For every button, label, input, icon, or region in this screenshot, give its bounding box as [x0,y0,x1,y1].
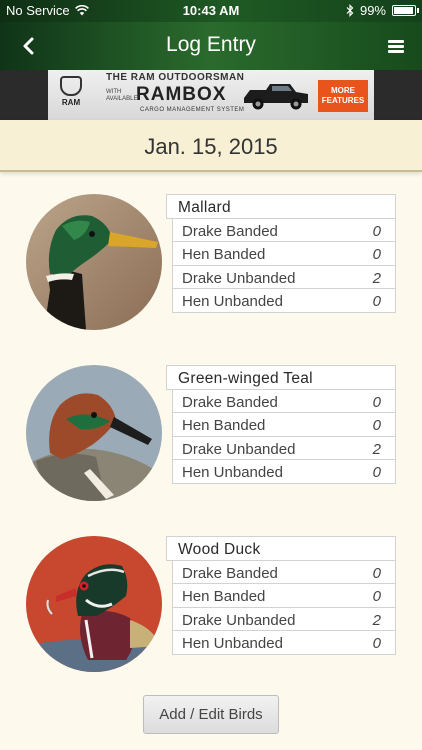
table-row: Drake Banded 0 [172,217,396,242]
row-label: Hen Unbanded [182,464,283,481]
row-value: 2 [372,269,381,287]
bird-entry-mallard: Mallard Drake Banded 0 Hen Banded 0 Drak… [0,194,422,334]
table-row: Drake Unbanded 2 [172,435,396,460]
table-row: Hen Banded 0 [172,412,396,437]
row-value: 0 [372,293,381,310]
row-label: Drake Unbanded [182,269,296,287]
row-label: Drake Banded [182,222,278,240]
bluetooth-icon [346,4,354,17]
row-value: 0 [372,588,381,605]
battery-level [394,7,413,14]
row-value: 2 [372,611,381,629]
table-row: Drake Banded 0 [172,559,396,584]
species-name: Mallard [166,194,396,219]
table-row: Drake Unbanded 2 [172,264,396,289]
mallard-photo [26,194,162,330]
row-value: 0 [372,635,381,652]
page-title: Log Entry [166,33,256,56]
species-name: Green-winged Teal [166,365,396,390]
date-header: Jan. 15, 2015 [0,120,422,172]
ad-banner[interactable]: RAM THE RAM OUTDOORSMAN WITH AVAILABLE R… [48,70,374,120]
row-value: 0 [372,464,381,481]
battery-percent: 99% [359,3,386,18]
row-value: 0 [372,393,381,411]
bird-entry-green-winged-teal: Green-winged Teal Drake Banded 0 Hen Ban… [0,365,422,505]
table-row: Hen Unbanded 0 [172,459,396,484]
ad-strip: RAM THE RAM OUTDOORSMAN WITH AVAILABLE R… [0,70,422,120]
species-table: Wood Duck Drake Banded 0 Hen Banded 0 Dr… [166,536,396,655]
row-label: Drake Unbanded [182,611,296,629]
ad-brand: RAM [61,98,81,107]
row-value: 2 [372,440,381,458]
truck-image [244,84,308,110]
navigation-bar: Log Entry [0,22,422,70]
species-name: Wood Duck [166,536,396,561]
wood-duck-photo [26,536,162,672]
teal-photo [26,365,162,501]
ad-subline: CARGO MANAGEMENT SYSTEM [140,107,245,113]
row-value: 0 [372,222,381,240]
row-value: 0 [372,246,381,263]
status-bar: No Service 10:43 AM 99% [0,0,422,22]
bird-entry-wood-duck: Wood Duck Drake Banded 0 Hen Banded 0 Dr… [0,536,422,676]
row-label: Drake Banded [182,393,278,411]
row-value: 0 [372,564,381,582]
more-features-button[interactable]: MORE FEATURES [318,80,368,112]
ram-logo: RAM [54,76,88,114]
table-row: Hen Banded 0 [172,241,396,266]
ad-product: RAMBOX [136,84,227,105]
row-label: Hen Banded [182,588,266,605]
row-value: 0 [372,417,381,434]
table-row: Hen Unbanded 0 [172,630,396,655]
table-row: Hen Banded 0 [172,583,396,608]
table-row: Drake Unbanded 2 [172,606,396,631]
row-label: Hen Banded [182,417,266,434]
hamburger-menu-icon[interactable] [388,40,404,54]
ad-headline: THE RAM OUTDOORSMAN [106,72,245,83]
row-label: Drake Unbanded [182,440,296,458]
table-row: Drake Banded 0 [172,388,396,413]
species-table: Mallard Drake Banded 0 Hen Banded 0 Drak… [166,194,396,313]
species-table: Green-winged Teal Drake Banded 0 Hen Ban… [166,365,396,484]
status-right: 99% [346,3,419,18]
row-label: Drake Banded [182,564,278,582]
row-label: Hen Banded [182,246,266,263]
table-row: Hen Unbanded 0 [172,288,396,313]
ad-with-available: WITH AVAILABLE [106,89,138,102]
add-edit-birds-button[interactable]: Add / Edit Birds [143,695,279,734]
battery-icon [392,5,419,16]
ram-head-icon [60,76,82,96]
row-label: Hen Unbanded [182,293,283,310]
row-label: Hen Unbanded [182,635,283,652]
